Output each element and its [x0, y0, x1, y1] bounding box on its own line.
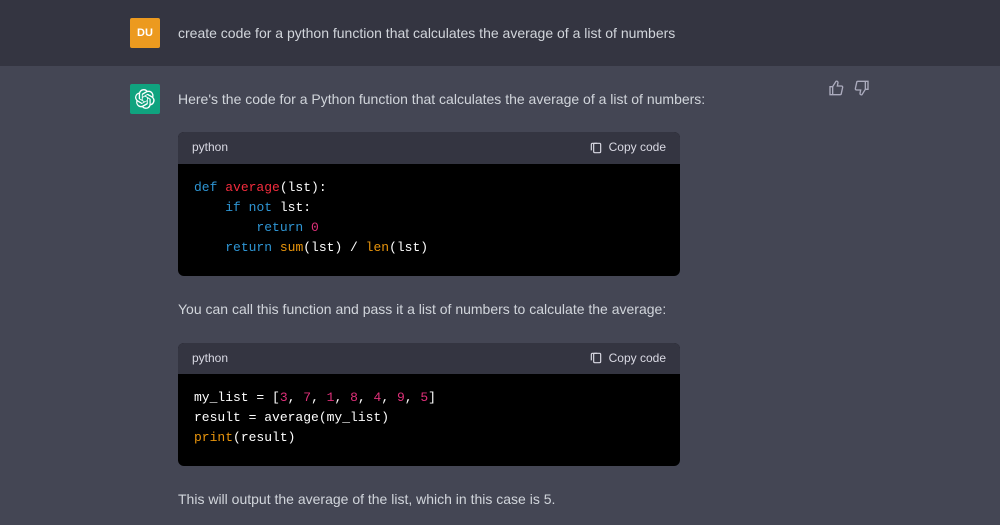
copy-code-button[interactable]: Copy code [589, 138, 666, 157]
user-message-text: create code for a python function that c… [178, 18, 870, 48]
code-block-1: python Copy code def average(lst): if no… [178, 132, 680, 276]
code-header: python Copy code [178, 343, 680, 374]
thumbs-up-icon [828, 80, 844, 96]
code-content-1: def average(lst): if not lst: return 0 r… [178, 164, 680, 277]
assistant-intro-text: Here's the code for a Python function th… [178, 88, 870, 110]
copy-code-label: Copy code [609, 138, 666, 157]
openai-logo-icon [135, 89, 155, 109]
user-message-row: DU create code for a python function tha… [0, 0, 1000, 66]
code-lang-label: python [192, 349, 228, 368]
code-lang-label: python [192, 138, 228, 157]
assistant-para-3: This will output the average of the list… [178, 488, 870, 510]
assistant-avatar [130, 84, 160, 114]
user-avatar: DU [130, 18, 160, 48]
assistant-message-row: Here's the code for a Python function th… [0, 66, 1000, 525]
code-header: python Copy code [178, 132, 680, 163]
thumbs-up-button[interactable] [828, 80, 844, 99]
chat-area: DU create code for a python function tha… [0, 0, 1000, 525]
clipboard-icon [589, 351, 603, 365]
code-content-2: my_list = [3, 7, 1, 8, 4, 9, 5] result =… [178, 374, 680, 466]
code-block-2: python Copy code my_list = [3, 7, 1, 8, … [178, 343, 680, 467]
thumbs-down-icon [854, 80, 870, 96]
assistant-message-body: Here's the code for a Python function th… [178, 84, 870, 511]
copy-code-label: Copy code [609, 349, 666, 368]
message-actions [828, 80, 870, 99]
assistant-para-2: You can call this function and pass it a… [178, 298, 870, 320]
clipboard-icon [589, 141, 603, 155]
copy-code-button[interactable]: Copy code [589, 349, 666, 368]
thumbs-down-button[interactable] [854, 80, 870, 99]
